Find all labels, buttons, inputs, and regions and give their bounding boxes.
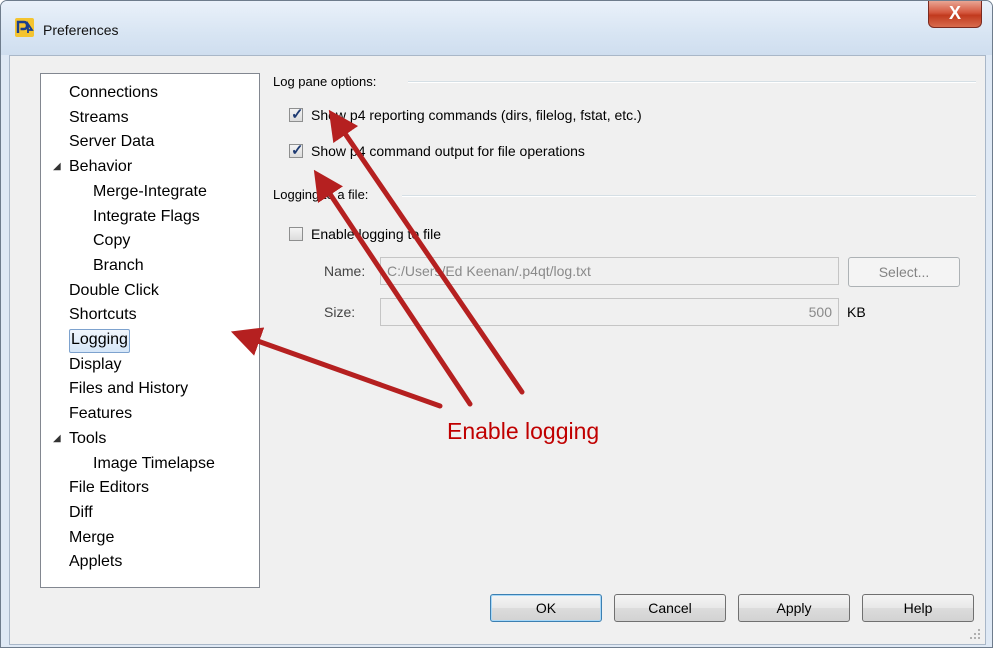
tree-item[interactable]: Shortcuts	[69, 304, 137, 326]
tree-item[interactable]: Logging	[69, 329, 130, 353]
log-pane-group-title: Log pane options:	[273, 74, 377, 89]
checkmark-icon: ✓	[291, 106, 304, 123]
tree-item[interactable]: Double Click	[69, 280, 159, 302]
tree-item[interactable]: Integrate Flags	[93, 206, 200, 228]
window-title: Preferences	[43, 22, 119, 38]
tree-item[interactable]: Files and History	[69, 378, 188, 400]
logging-file-group-title: Logging to a file:	[273, 187, 369, 202]
name-label: Name:	[324, 263, 366, 279]
tree-item[interactable]: File Editors	[69, 477, 149, 499]
tree-item[interactable]: Connections	[69, 82, 158, 104]
preferences-tree[interactable]: Connections Streams Server Data Behavior ◢ Me…	[40, 73, 260, 588]
help-button[interactable]: Help	[862, 594, 974, 622]
tree-item[interactable]: Streams	[69, 107, 129, 129]
tree-item[interactable]: Display	[69, 354, 121, 376]
expand-triangle-icon[interactable]: ◢	[53, 161, 61, 172]
resize-grip-icon[interactable]	[969, 628, 981, 640]
dialog-body: Connections Streams Server Data Behavior ◢ Me…	[9, 55, 986, 645]
tree-item[interactable]: Applets	[69, 551, 122, 573]
close-icon: X	[948, 3, 961, 23]
tree-item[interactable]: Features	[69, 403, 132, 425]
size-unit-label: KB	[847, 304, 866, 320]
show-output-checkbox[interactable]: ✓	[289, 142, 304, 159]
enable-logging-checkbox[interactable]	[289, 227, 303, 241]
preferences-window: Preferences X Connections Streams Server D…	[0, 0, 993, 648]
tree-item[interactable]: Diff	[69, 502, 93, 524]
tree-item[interactable]: Server Data	[69, 131, 154, 153]
apply-button[interactable]: Apply	[738, 594, 850, 622]
log-file-name-input[interactable]: C:/Users/Ed Keenan/.p4qt/log.txt	[380, 257, 839, 285]
size-label: Size:	[324, 304, 356, 320]
show-reporting-checkbox[interactable]: ✓	[289, 106, 304, 123]
expand-triangle-icon[interactable]: ◢	[53, 433, 61, 444]
tree-item[interactable]: Image Timelapse	[93, 453, 215, 475]
title-bar[interactable]: Preferences X	[1, 1, 992, 55]
close-button[interactable]: X	[928, 1, 982, 28]
tree-item[interactable]: Behavior	[69, 156, 132, 178]
show-reporting-label: Show p4 reporting commands (dirs, filelo…	[311, 107, 642, 123]
cancel-button[interactable]: Cancel	[614, 594, 726, 622]
tree-item[interactable]: Merge-Integrate	[93, 181, 207, 203]
tree-item[interactable]: Branch	[93, 255, 144, 277]
checkmark-icon: ✓	[291, 142, 304, 159]
tree-item[interactable]: Merge	[69, 527, 114, 549]
log-pane-divider	[408, 81, 976, 83]
logging-file-divider	[402, 195, 976, 197]
tree-item[interactable]: Tools	[69, 428, 106, 450]
log-size-input[interactable]: 500	[380, 298, 839, 326]
tree-item[interactable]: Copy	[93, 230, 130, 252]
enable-logging-annotation: Enable logging	[447, 418, 600, 444]
show-output-label: Show p4 command output for file operatio…	[311, 143, 585, 159]
select-file-button[interactable]: Select...	[848, 257, 960, 287]
enable-logging-label: Enable logging to file	[311, 226, 441, 242]
p4-app-icon	[15, 18, 34, 37]
ok-button[interactable]: OK	[490, 594, 602, 622]
